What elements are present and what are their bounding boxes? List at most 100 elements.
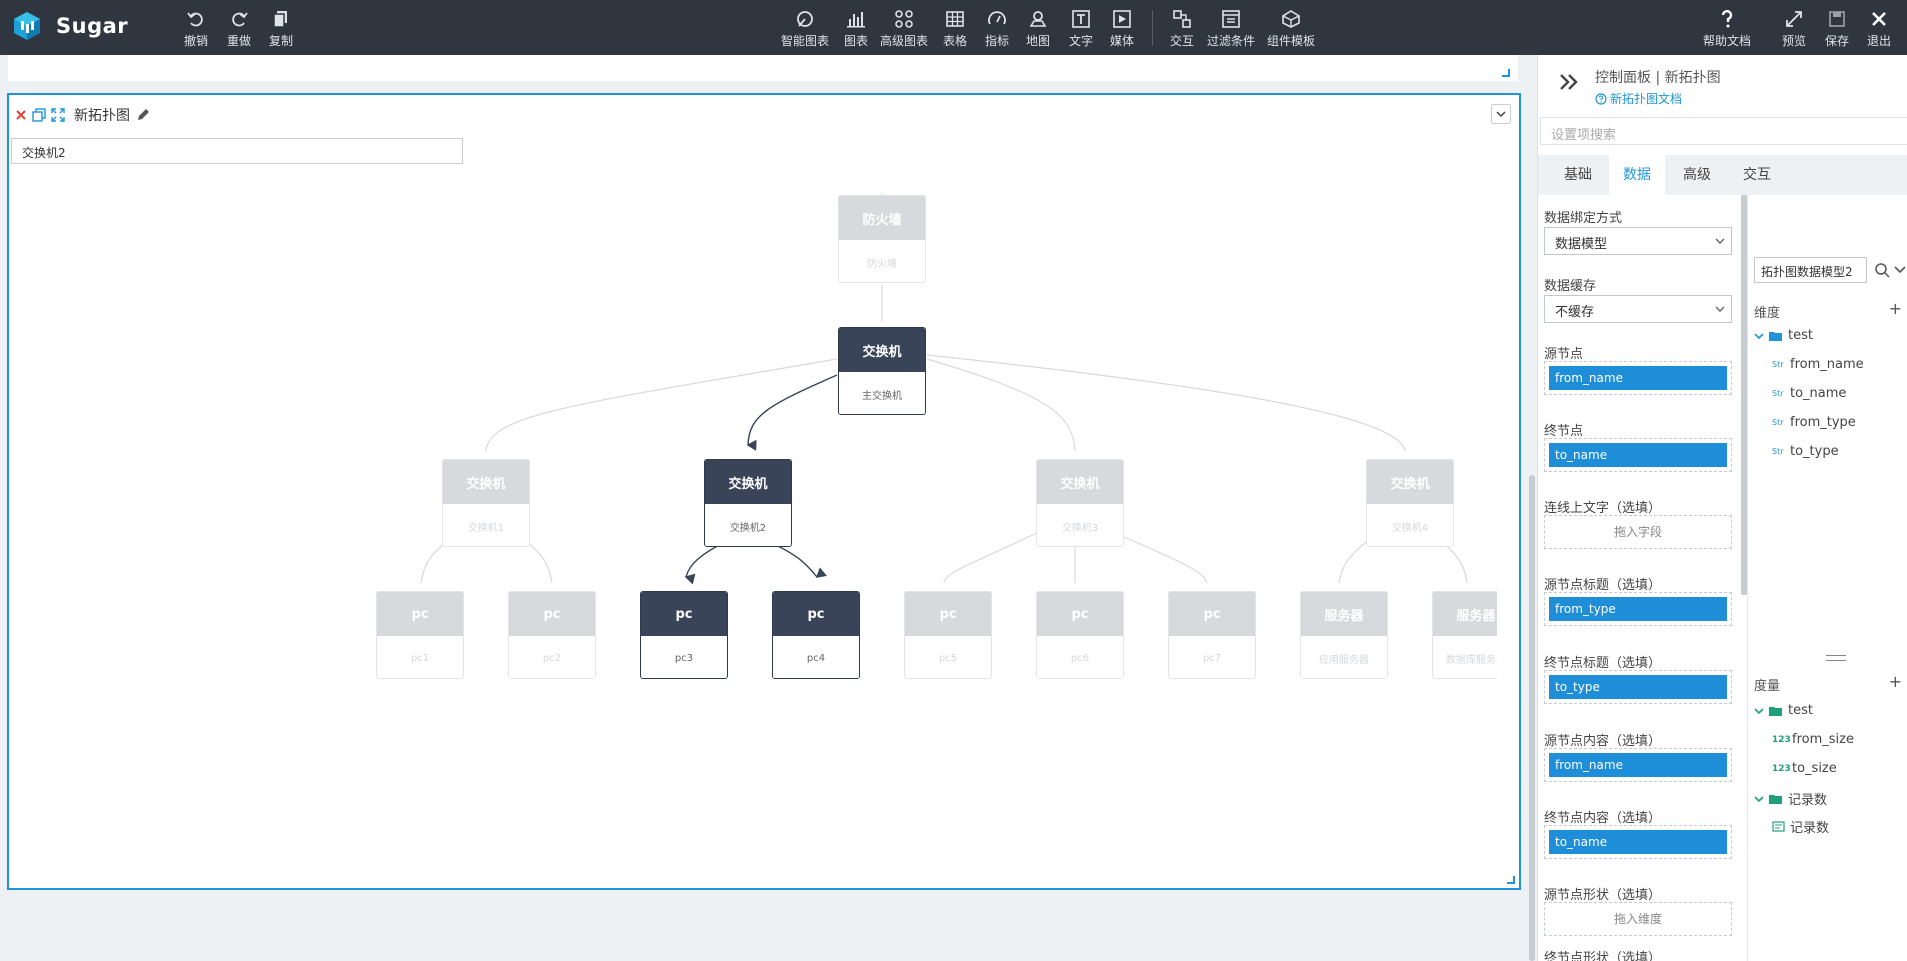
filter-button[interactable]: 过滤条件	[1207, 9, 1255, 49]
media-button[interactable]: 媒体	[1110, 9, 1134, 49]
canvas-scrollbar[interactable]	[1529, 475, 1535, 961]
topology-node[interactable]: pc pc6	[1036, 591, 1124, 679]
dimension-folder[interactable]: test	[1754, 328, 1813, 343]
topology-node[interactable]: pc pc3	[640, 591, 728, 679]
measure-folder[interactable]: test	[1754, 703, 1813, 718]
dimension-item[interactable]: Str to_type	[1772, 444, 1839, 459]
topology-node[interactable]: 服务器 应用服务器	[1300, 591, 1388, 679]
record-count-item[interactable]: 记录数	[1772, 817, 1829, 836]
redo-icon	[232, 12, 248, 27]
indicator-button[interactable]: 指标	[985, 9, 1009, 49]
topology-node[interactable]: pc pc1	[376, 591, 464, 679]
smart-chart-button[interactable]: 智能图表	[781, 9, 829, 49]
model-select[interactable]: 拓扑图数据模型2	[1754, 257, 1867, 283]
measure-item[interactable]: 123 to_size	[1772, 761, 1837, 776]
resize-handle[interactable]	[1507, 876, 1515, 884]
measure-item[interactable]: 123 from_size	[1772, 732, 1854, 747]
source-title-dropzone[interactable]: from_type	[1544, 592, 1732, 626]
topology-node[interactable]: pc pc5	[904, 591, 992, 679]
interaction-button[interactable]: 交互	[1170, 9, 1194, 49]
field-pill[interactable]: to_name	[1549, 443, 1727, 467]
add-dimension-button[interactable]: +	[1889, 299, 1902, 318]
dimension-item[interactable]: Str from_type	[1772, 415, 1856, 430]
topology-node[interactable]: 交换机 主交换机	[838, 327, 926, 415]
field-pill[interactable]: from_name	[1549, 753, 1727, 777]
topology-widget[interactable]: 新拓扑图 交换机2 防火墙 防火墙 交换机 主交换机 交换机 交换机1 交换机 …	[7, 93, 1521, 890]
target-shape-label: 终节点形状（选填）	[1544, 951, 1662, 961]
binding-select[interactable]: 数据模型	[1544, 227, 1732, 255]
edge-text-dropzone[interactable]: 拖入字段	[1544, 515, 1732, 549]
advanced-chart-button[interactable]: 高级图表	[880, 9, 928, 49]
topology-node[interactable]: 防火墙 防火墙	[838, 195, 926, 283]
previous-widget[interactable]	[8, 55, 1518, 81]
source-title-label: 源节点标题（选填）	[1544, 578, 1662, 593]
record-count-folder[interactable]: 记录数	[1754, 789, 1827, 808]
dimension-item[interactable]: Str from_name	[1772, 357, 1864, 372]
tab-data[interactable]: 数据	[1609, 155, 1665, 195]
add-measure-button[interactable]: +	[1889, 672, 1902, 691]
tab-interaction[interactable]: 交互	[1729, 155, 1785, 195]
node-title: 服务器	[1433, 592, 1497, 636]
chevron-down-icon	[1715, 306, 1725, 312]
field-pill[interactable]: to_name	[1549, 830, 1727, 854]
topology-node[interactable]: pc pc4	[772, 591, 860, 679]
chevron-down-icon	[1754, 795, 1764, 802]
media-label: 媒体	[1110, 34, 1135, 48]
preview-button[interactable]: 预览	[1782, 9, 1806, 49]
dimension-item[interactable]: Str to_name	[1772, 386, 1846, 401]
component-template-button[interactable]: 组件模板	[1267, 9, 1315, 49]
topology-node[interactable]: 交换机 交换机4	[1366, 459, 1454, 547]
panel-header: 控制面板 | 新拓扑图 新拓扑图文档	[1538, 55, 1907, 115]
map-button[interactable]: 地图	[1026, 9, 1050, 49]
double-chevron-right-icon[interactable]	[1558, 71, 1580, 93]
topology-node[interactable]: 服务器 数据库服务器	[1432, 591, 1497, 679]
target-title-dropzone[interactable]: to_type	[1544, 670, 1732, 704]
doc-link[interactable]: 新拓扑图文档	[1595, 90, 1682, 107]
table-button[interactable]: 表格	[943, 9, 967, 49]
topology-node[interactable]: 交换机 交换机1	[442, 459, 530, 547]
topology-node[interactable]: pc pc7	[1168, 591, 1256, 679]
edge-highlight	[746, 374, 838, 451]
field-pill[interactable]: from_name	[1549, 366, 1727, 390]
topology-node[interactable]: 交换机 交换机2	[704, 459, 792, 547]
node-title: pc	[1169, 592, 1255, 636]
chevron-down-icon[interactable]	[1894, 265, 1906, 275]
resize-handle[interactable]	[1502, 69, 1510, 77]
target-content-dropzone[interactable]: to_name	[1544, 825, 1732, 859]
text-label: 文字	[1069, 34, 1094, 48]
save-button[interactable]: 保存	[1825, 9, 1849, 49]
advanced-chart-label: 高级图表	[880, 34, 929, 48]
tab-basic[interactable]: 基础	[1550, 155, 1606, 195]
copy-button[interactable]: 复制	[269, 9, 293, 49]
chevron-down-icon	[1715, 238, 1725, 244]
topology-node[interactable]: 交换机 交换机3	[1036, 459, 1124, 547]
settings-search-input[interactable]: 设置项搜索	[1540, 117, 1907, 145]
search-icon[interactable]	[1874, 262, 1890, 278]
cache-select[interactable]: 不缓存	[1544, 295, 1732, 323]
cache-label: 数据缓存	[1544, 279, 1597, 294]
interaction-label: 交互	[1170, 34, 1195, 48]
data-model-pane: 拓扑图数据模型2 维度 + test Str from_name Str to_na…	[1747, 195, 1907, 961]
source-node-dropzone[interactable]: from_name	[1544, 361, 1732, 395]
target-node-dropzone[interactable]: to_name	[1544, 438, 1732, 472]
source-content-dropzone[interactable]: from_name	[1544, 748, 1732, 782]
undo-button[interactable]: 撤销	[184, 9, 208, 49]
number-type-icon: 123	[1772, 763, 1791, 774]
folder-label: test	[1788, 328, 1813, 343]
help-doc-label: 帮助文档	[1703, 34, 1752, 48]
redo-button[interactable]: 重做	[227, 9, 251, 49]
node-title: pc	[905, 592, 991, 636]
field-pill[interactable]: from_type	[1549, 597, 1727, 621]
text-button[interactable]: 文字	[1069, 9, 1093, 49]
source-shape-dropzone[interactable]: 拖入维度	[1544, 902, 1732, 936]
folder-open-icon	[1769, 331, 1782, 341]
pane-splitter[interactable]	[1826, 655, 1846, 661]
dropzone-placeholder: 拖入字段	[1613, 525, 1662, 539]
chart-button[interactable]: 图表	[844, 9, 868, 49]
tab-advanced[interactable]: 高级	[1669, 155, 1725, 195]
exit-button[interactable]: 退出	[1867, 9, 1891, 49]
help-doc-button[interactable]: 帮助文档	[1703, 9, 1751, 49]
field-pill[interactable]: to_type	[1549, 675, 1727, 699]
topology-node[interactable]: pc pc2	[508, 591, 596, 679]
filter-icon	[1222, 10, 1240, 28]
